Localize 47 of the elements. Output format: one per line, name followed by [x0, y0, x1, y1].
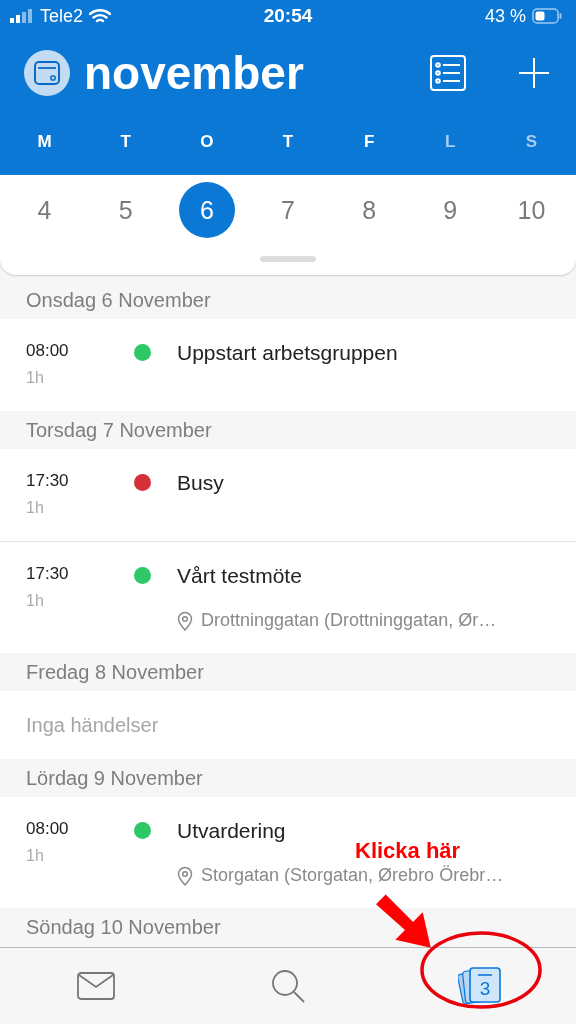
- drag-handle[interactable]: [260, 256, 316, 262]
- date-button[interactable]: 6: [178, 182, 235, 238]
- weekday-label: T: [281, 132, 295, 152]
- date-button[interactable]: 4: [16, 182, 73, 238]
- date-button[interactable]: 8: [341, 182, 398, 238]
- event-time: 17:30: [26, 564, 70, 584]
- date-button[interactable]: 10: [503, 182, 560, 238]
- month-title: november: [84, 46, 304, 100]
- plus-icon: [518, 57, 550, 89]
- weekday-label: F: [362, 132, 376, 152]
- date-button[interactable]: 9: [422, 182, 479, 238]
- no-events-text: Inga händelser: [0, 691, 576, 759]
- event-location: Drottninggatan (Drottninggatan, Ør…: [201, 610, 497, 631]
- signal-icon: [10, 9, 34, 23]
- event-title[interactable]: Busy: [177, 471, 224, 495]
- date-button[interactable]: 5: [97, 182, 154, 238]
- weekday-label: S: [524, 132, 539, 152]
- location-pin-icon: [177, 865, 193, 886]
- clock-time: 20:54: [263, 5, 313, 27]
- weekday-label: M: [36, 132, 53, 152]
- weekday-label: L: [444, 132, 457, 152]
- weekday-label: T: [119, 132, 132, 152]
- calendar-account-icon: [32, 58, 62, 88]
- event-time: 08:00: [26, 819, 70, 839]
- event-duration: 1h: [26, 369, 45, 387]
- event-duration: 1h: [26, 592, 45, 610]
- event-title[interactable]: Uppstart arbetsgruppen: [177, 341, 398, 365]
- battery-percent: 43 %: [484, 5, 526, 27]
- location-pin-icon: [177, 610, 193, 631]
- battery-icon: [532, 8, 562, 24]
- add-button[interactable]: [518, 57, 550, 89]
- account-button[interactable]: [24, 50, 70, 96]
- list-view-button[interactable]: [430, 55, 466, 91]
- event-duration: 1h: [26, 847, 45, 865]
- date-button[interactable]: 7: [260, 182, 316, 238]
- event-title[interactable]: Vårt testmöte: [177, 564, 497, 588]
- search-icon: [270, 968, 306, 1004]
- weekday-label: O: [199, 132, 215, 152]
- calendar-tab[interactable]: 3: [384, 948, 576, 1024]
- event-time: 08:00: [26, 341, 70, 361]
- list-icon: [430, 55, 466, 91]
- event-location: Storgatan (Storgatan, Ørebro Örebr…: [201, 865, 504, 886]
- event-time: 17:30: [26, 471, 70, 491]
- wifi-icon: [89, 8, 112, 24]
- event-duration: 1h: [26, 499, 45, 517]
- carrier-name: Tele2: [40, 5, 84, 27]
- mail-icon: [77, 972, 115, 1000]
